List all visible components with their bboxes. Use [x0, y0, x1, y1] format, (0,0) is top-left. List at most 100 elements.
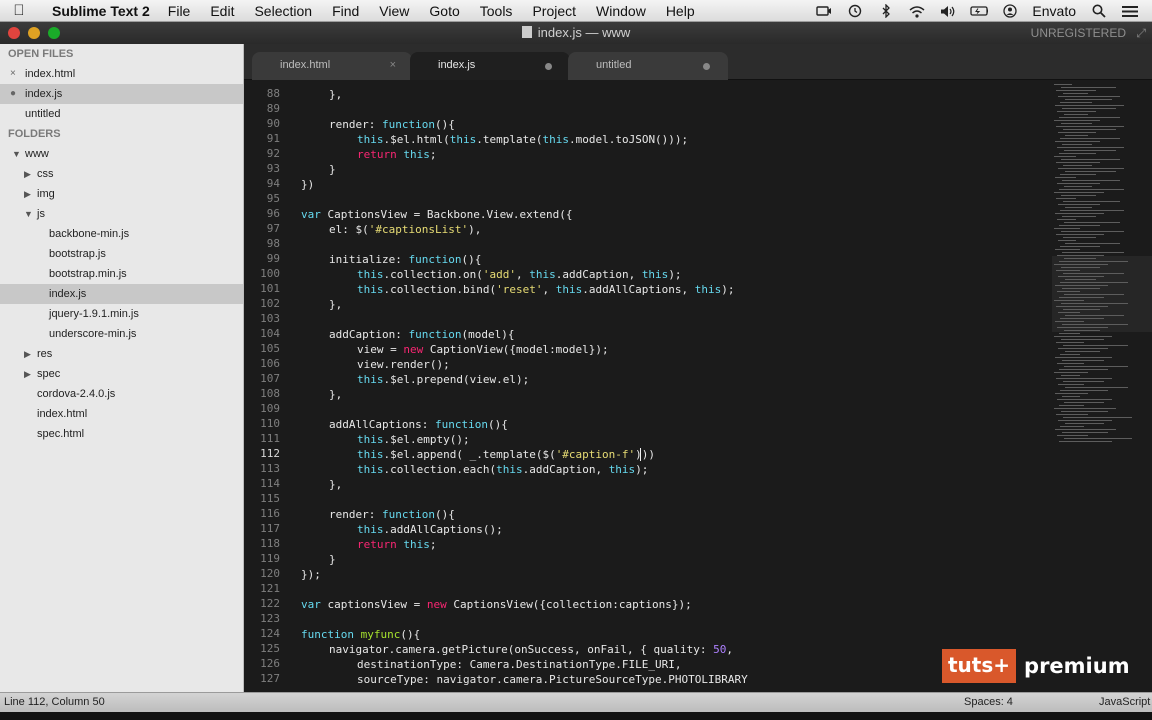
code-line[interactable]: this.collection.bind('reset', this.addAl…	[357, 282, 735, 297]
menu-goto[interactable]: Goto	[429, 3, 459, 19]
code-line[interactable]: var captionsView = new CaptionsView({col…	[301, 597, 692, 612]
folder-item[interactable]: ▶ img	[0, 184, 243, 204]
code-line[interactable]: this.$el.html(this.template(this.model.t…	[357, 132, 688, 147]
code-line[interactable]: render: function(){	[329, 507, 455, 522]
code-line[interactable]: addCaption: function(model){	[329, 327, 514, 342]
file-item[interactable]: underscore-min.js	[0, 324, 243, 344]
volume-icon[interactable]	[939, 4, 957, 18]
code-line[interactable]: })	[301, 177, 314, 192]
code-line[interactable]: destinationType: Camera.DestinationType.…	[357, 657, 682, 672]
code-line[interactable]: }	[329, 552, 336, 567]
battery-icon[interactable]	[970, 4, 989, 18]
folder-item[interactable]: ▼ js	[0, 204, 243, 224]
code-line[interactable]: this.addAllCaptions();	[357, 522, 503, 537]
file-item[interactable]: backbone-min.js	[0, 224, 243, 244]
unsaved-dot-icon[interactable]	[703, 63, 710, 70]
code-line[interactable]: function myfunc(){	[301, 627, 420, 642]
code-line[interactable]: el: $('#captionsList'),	[329, 222, 481, 237]
code-line[interactable]: },	[329, 297, 342, 312]
menu-project[interactable]: Project	[532, 3, 576, 19]
minimap-line	[1057, 363, 1084, 364]
minimap-line	[1063, 381, 1104, 382]
spotlight-search-icon[interactable]	[1090, 4, 1108, 18]
menu-view[interactable]: View	[379, 3, 409, 19]
camera-icon[interactable]	[815, 4, 833, 18]
code-line[interactable]: return this;	[357, 147, 437, 162]
minimap[interactable]	[1052, 80, 1152, 470]
code-line[interactable]: view = new CaptionView({model:model});	[357, 342, 609, 357]
code-line[interactable]: var CaptionsView = Backbone.View.extend(…	[301, 207, 573, 222]
disclosure-closed-icon[interactable]: ▶	[24, 184, 36, 204]
open-file-label: index.html	[25, 68, 76, 80]
tab-index-js[interactable]: index.js	[410, 52, 570, 80]
code-line[interactable]: addAllCaptions: function(){	[329, 417, 508, 432]
code-line[interactable]: return this;	[357, 537, 437, 552]
minimap-line	[1055, 213, 1104, 214]
menu-file[interactable]: File	[168, 3, 191, 19]
code-area[interactable]: }, render: function(){this.$el.html(this.…	[301, 80, 1051, 692]
time-machine-icon[interactable]	[846, 4, 864, 18]
notification-center-icon[interactable]	[1121, 4, 1139, 18]
file-item[interactable]: index.html	[0, 404, 243, 424]
code-line[interactable]: this.collection.each(this.addCaption, th…	[357, 462, 648, 477]
apple-menu-icon[interactable]: 	[0, 2, 38, 19]
menu-find[interactable]: Find	[332, 3, 359, 19]
file-item[interactable]: bootstrap.js	[0, 244, 243, 264]
menu-window[interactable]: Window	[596, 3, 646, 19]
code-line[interactable]: this.$el.prepend(view.el);	[357, 372, 529, 387]
disclosure-closed-icon[interactable]: ▶	[24, 164, 36, 184]
indentation-setting[interactable]: Spaces: 4	[964, 696, 1013, 708]
minimap-line	[1060, 282, 1128, 283]
file-item[interactable]: cordova-2.4.0.js	[0, 384, 243, 404]
folder-item[interactable]: ▼ www	[0, 144, 243, 164]
menu-selection[interactable]: Selection	[254, 3, 312, 19]
open-file-item[interactable]: ● index.js	[0, 84, 243, 104]
user-name[interactable]: Envato	[1032, 3, 1076, 19]
code-line[interactable]: navigator.camera.getPicture(onSuccess, o…	[329, 642, 733, 657]
fullscreen-icon[interactable]: ⤢	[1136, 26, 1146, 41]
code-line[interactable]: this.$el.empty();	[357, 432, 470, 447]
open-file-item[interactable]: × index.html	[0, 64, 243, 84]
code-line[interactable]: render: function(){	[329, 117, 455, 132]
disclosure-closed-icon[interactable]: ▶	[24, 364, 36, 384]
code-line[interactable]: },	[329, 477, 342, 492]
user-icon[interactable]	[1001, 4, 1019, 18]
menu-help[interactable]: Help	[666, 3, 695, 19]
code-line[interactable]: this.$el.append( _.template($('#caption-…	[357, 447, 655, 462]
unsaved-dot-icon[interactable]: ●	[10, 84, 20, 104]
folder-item[interactable]: ▶ css	[0, 164, 243, 184]
line-number: 97	[266, 222, 280, 235]
close-file-icon[interactable]: ×	[10, 64, 20, 84]
code-line[interactable]: initialize: function(){	[329, 252, 481, 267]
code-line[interactable]: }	[329, 162, 336, 177]
code-line[interactable]: },	[329, 387, 342, 402]
unsaved-dot-icon[interactable]	[545, 63, 552, 70]
file-item[interactable]: index.js	[0, 284, 243, 304]
menu-tools[interactable]: Tools	[480, 3, 513, 19]
tab-close-icon[interactable]: ×	[390, 59, 396, 71]
tab-index-html[interactable]: index.html ×	[252, 52, 412, 80]
code-line[interactable]: },	[329, 87, 342, 102]
code-line[interactable]: sourceType: navigator.camera.PictureSour…	[357, 672, 748, 687]
disclosure-closed-icon[interactable]: ▶	[24, 344, 36, 364]
code-line[interactable]: view.render();	[357, 357, 450, 372]
app-menu[interactable]: Sublime Text 2	[52, 3, 150, 19]
wifi-icon[interactable]	[908, 4, 926, 18]
file-item[interactable]: spec.html	[0, 424, 243, 444]
code-editor[interactable]: 88 89 90 91 92 93 94 95 96 97 98 99 100 101 102 103 104 1…	[244, 80, 1152, 692]
line-number: 113	[260, 462, 280, 475]
file-item[interactable]: jquery-1.9.1.min.js	[0, 304, 243, 324]
disclosure-open-icon[interactable]: ▼	[24, 204, 36, 224]
folder-item[interactable]: ▶ res	[0, 344, 243, 364]
minimap-line	[1061, 375, 1080, 376]
open-file-item[interactable]: untitled	[0, 104, 243, 124]
menu-edit[interactable]: Edit	[210, 3, 234, 19]
tab-untitled[interactable]: untitled	[568, 52, 728, 80]
bluetooth-icon[interactable]	[877, 4, 895, 18]
folder-item[interactable]: ▶ spec	[0, 364, 243, 384]
syntax-mode[interactable]: JavaScript	[1099, 696, 1150, 708]
code-line[interactable]: this.collection.on('add', this.addCaptio…	[357, 267, 682, 282]
file-item[interactable]: bootstrap.min.js	[0, 264, 243, 284]
code-line[interactable]: });	[301, 567, 321, 582]
disclosure-open-icon[interactable]: ▼	[12, 144, 24, 164]
